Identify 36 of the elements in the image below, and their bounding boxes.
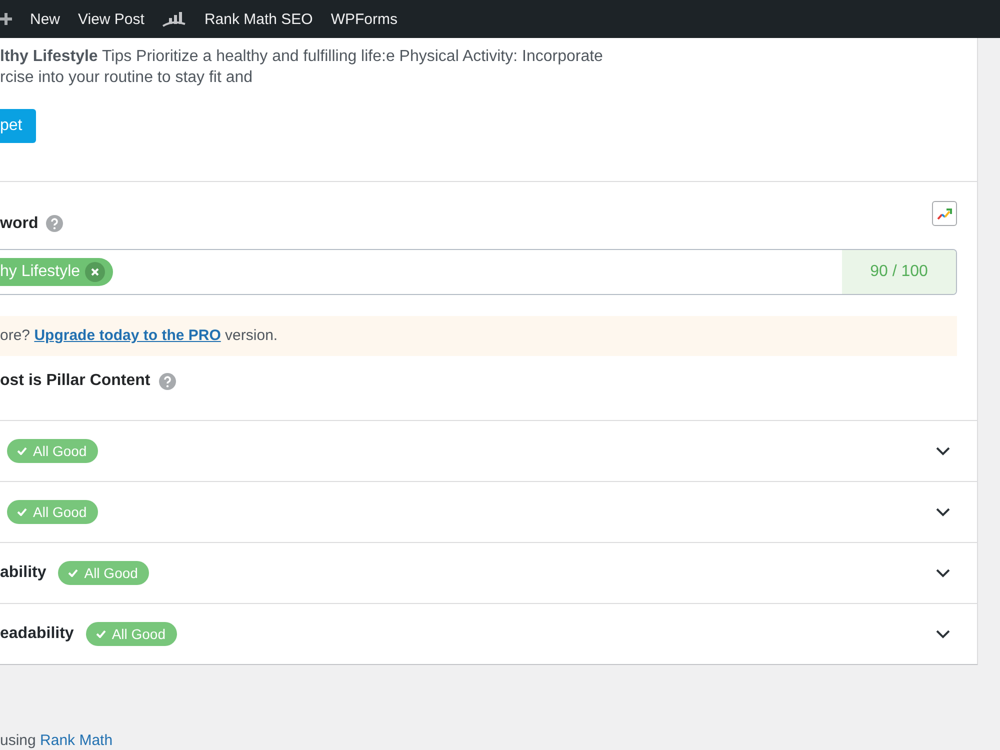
trends-button[interactable] [932, 201, 957, 226]
remove-icon[interactable] [85, 262, 106, 282]
snippet-description: lthy Lifestyle Tips Prioritize a healthy and fulfilling life:e Physical Activity: Incorporate rcise into your routine to stay fit and [0, 47, 604, 88]
status-text: All Good [84, 565, 138, 581]
admin-bar-link[interactable]: View Post [78, 10, 144, 28]
keyword-score: 90 / 100 [842, 250, 956, 294]
bar-chart-icon [162, 11, 186, 27]
admin-bar-link[interactable]: Rank Math SEO [204, 10, 313, 28]
section-title: ability [0, 564, 46, 582]
keyword-input-field[interactable]: hy Lifestyle 90 / 100 [0, 249, 957, 295]
focus-keyword-label: word [0, 214, 38, 232]
accordion-header[interactable]: eadability All Good [0, 604, 977, 664]
status-text: All Good [33, 504, 87, 520]
upgrade-link[interactable]: Upgrade today to the PRO [34, 327, 221, 344]
section-title: eadability [0, 625, 74, 643]
chevron-down-icon[interactable] [936, 630, 950, 638]
accordion-header[interactable]: ability All Good [0, 543, 977, 604]
admin-bar-link[interactable]: WPForms [330, 10, 398, 28]
status-text: All Good [112, 626, 166, 642]
upgrade-notice: ore? Upgrade today to the PRO version. [0, 316, 957, 356]
keyword-text: hy Lifestyle [0, 263, 80, 281]
check-icon [17, 447, 27, 455]
trend-arrow-icon [937, 208, 952, 220]
edit-snippet-button[interactable]: pet [0, 109, 36, 143]
status-text: All Good [33, 443, 87, 459]
check-icon [17, 508, 27, 516]
check-icon [96, 630, 106, 638]
admin-bar-link[interactable]: New [30, 10, 60, 28]
chevron-down-icon[interactable] [936, 568, 950, 578]
chevron-down-icon[interactable] [936, 508, 950, 516]
pillar-content-label: ost is Pillar Content [0, 372, 150, 390]
plus-icon [0, 13, 12, 25]
check-icon [68, 569, 78, 577]
footer-text: using Rank Math [0, 732, 114, 750]
chevron-down-icon[interactable] [936, 446, 950, 456]
rank-math-link[interactable]: Rank Math [40, 732, 113, 749]
